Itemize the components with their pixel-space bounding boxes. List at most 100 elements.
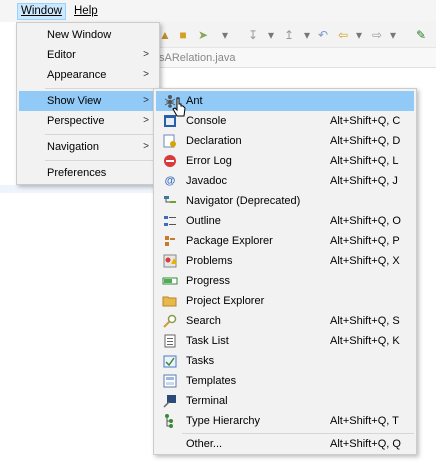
view-item-package-explorer[interactable]: Package Explorer Alt+Shift+Q, P bbox=[156, 231, 414, 251]
view-item-terminal[interactable]: Terminal bbox=[156, 391, 414, 411]
view-item-shortcut: Alt+Shift+Q, L bbox=[330, 155, 399, 167]
view-item-task-list[interactable]: Task List Alt+Shift+Q, K bbox=[156, 331, 414, 351]
navigator-icon bbox=[162, 193, 178, 209]
forward-icon[interactable]: ⇨ bbox=[369, 27, 385, 43]
menu-item-appearance[interactable]: Appearance > bbox=[19, 65, 157, 85]
view-item-problems[interactable]: Problems Alt+Shift+Q, X bbox=[156, 251, 414, 271]
error-log-icon bbox=[162, 153, 178, 169]
tasks-icon bbox=[162, 353, 178, 369]
show-view-submenu: Ant Console Alt+Shift+Q, C Declaration A… bbox=[153, 88, 417, 455]
menu-item-perspective[interactable]: Perspective > bbox=[19, 111, 157, 131]
view-item-javadoc[interactable]: @ Javadoc Alt+Shift+Q, J bbox=[156, 171, 414, 191]
previous-annotation-icon[interactable]: ↥ bbox=[281, 27, 297, 43]
view-item-shortcut: Alt+Shift+Q, Q bbox=[330, 438, 401, 450]
chevron-right-icon: > bbox=[143, 69, 149, 80]
view-item-label: Package Explorer bbox=[186, 235, 273, 247]
problems-icon bbox=[162, 253, 178, 269]
menu-item-label: Editor bbox=[47, 49, 76, 61]
menu-help[interactable]: Help bbox=[70, 3, 102, 20]
open-type-icon[interactable]: ■ bbox=[175, 27, 191, 43]
editor-tab-title[interactable]: sARelation.java bbox=[159, 52, 235, 64]
toolbar-dropdown-icon[interactable]: ▾ bbox=[217, 27, 233, 43]
project-explorer-icon bbox=[162, 293, 178, 309]
view-item-label: Project Explorer bbox=[186, 295, 265, 307]
view-item-label: Task List bbox=[186, 335, 229, 347]
view-item-label: Ant bbox=[186, 95, 203, 107]
menu-item-label: Appearance bbox=[47, 69, 107, 81]
menu-item-label: Show View bbox=[47, 95, 102, 107]
chevron-right-icon: > bbox=[143, 141, 149, 152]
forward-dropdown-icon[interactable]: ▾ bbox=[385, 27, 401, 43]
progress-icon bbox=[162, 273, 178, 289]
view-item-label: Navigator (Deprecated) bbox=[186, 195, 301, 207]
menu-window-label: Window bbox=[21, 5, 62, 17]
view-item-label: Error Log bbox=[186, 155, 232, 167]
last-edit-icon[interactable]: ↶ bbox=[315, 27, 331, 43]
view-item-shortcut: Alt+Shift+Q, O bbox=[330, 215, 401, 227]
menu-item-preferences[interactable]: Preferences bbox=[19, 163, 157, 183]
menu-window[interactable]: Window bbox=[17, 3, 66, 20]
next-annotation-dropdown-icon[interactable]: ▾ bbox=[263, 27, 279, 43]
back-icon[interactable]: ⇦ bbox=[335, 27, 351, 43]
next-annotation-icon[interactable]: ↧ bbox=[245, 27, 261, 43]
window-menu: New Window Editor > Appearance > Show Vi… bbox=[16, 22, 160, 185]
chevron-right-icon: > bbox=[143, 49, 149, 60]
templates-icon bbox=[162, 373, 178, 389]
view-item-navigator[interactable]: Navigator (Deprecated) bbox=[156, 191, 414, 211]
editor-tab-bar: sARelation.java bbox=[155, 48, 436, 68]
menu-bar: Window Help bbox=[0, 0, 436, 22]
prev-annotation-dropdown-icon[interactable]: ▾ bbox=[299, 27, 315, 43]
view-item-label: Search bbox=[186, 315, 221, 327]
view-item-templates[interactable]: Templates bbox=[156, 371, 414, 391]
menu-separator bbox=[45, 134, 157, 135]
view-item-type-hierarchy[interactable]: Type Hierarchy Alt+Shift+Q, T bbox=[156, 411, 414, 431]
view-item-label: Type Hierarchy bbox=[186, 415, 260, 427]
package-explorer-icon bbox=[162, 233, 178, 249]
view-item-declaration[interactable]: Declaration Alt+Shift+Q, D bbox=[156, 131, 414, 151]
view-item-outline[interactable]: Outline Alt+Shift+Q, O bbox=[156, 211, 414, 231]
view-item-label: Javadoc bbox=[186, 175, 227, 187]
view-item-search[interactable]: Search Alt+Shift+Q, S bbox=[156, 311, 414, 331]
view-item-label: Tasks bbox=[186, 355, 215, 367]
chevron-right-icon: > bbox=[143, 95, 149, 106]
view-item-label: Other... bbox=[186, 438, 223, 450]
menu-item-label: Perspective bbox=[47, 115, 105, 127]
view-item-progress[interactable]: Progress bbox=[156, 271, 414, 291]
view-item-label: Problems bbox=[186, 255, 233, 267]
view-item-shortcut: Alt+Shift+Q, J bbox=[330, 175, 398, 187]
menu-separator bbox=[45, 88, 157, 89]
task-list-icon bbox=[162, 333, 178, 349]
view-item-project-explorer[interactable]: Project Explorer bbox=[156, 291, 414, 311]
menu-item-navigation[interactable]: Navigation > bbox=[19, 137, 157, 157]
back-dropdown-icon[interactable]: ▾ bbox=[351, 27, 367, 43]
menu-item-editor[interactable]: Editor > bbox=[19, 45, 157, 65]
javadoc-icon: @ bbox=[164, 175, 176, 187]
search-toolbar-icon[interactable]: ➤ bbox=[195, 27, 211, 43]
pin-editor-icon[interactable]: ✎ bbox=[413, 27, 429, 43]
menu-item-label: New Window bbox=[47, 29, 112, 41]
view-item-console[interactable]: Console Alt+Shift+Q, C bbox=[156, 111, 414, 131]
menu-help-label: Help bbox=[74, 5, 98, 17]
view-item-ant[interactable]: Ant bbox=[156, 91, 414, 111]
view-item-label: Console bbox=[186, 115, 227, 127]
view-item-shortcut: Alt+Shift+Q, S bbox=[330, 315, 400, 327]
declaration-icon bbox=[162, 133, 178, 149]
menu-item-show-view[interactable]: Show View > bbox=[19, 91, 157, 111]
view-item-label: Terminal bbox=[186, 395, 228, 407]
view-item-other[interactable]: Other... Alt+Shift+Q, Q bbox=[156, 434, 414, 454]
view-item-error-log[interactable]: Error Log Alt+Shift+Q, L bbox=[156, 151, 414, 171]
menu-item-new-window[interactable]: New Window bbox=[19, 25, 157, 45]
left-panel-strip bbox=[0, 185, 155, 193]
view-item-shortcut: Alt+Shift+Q, X bbox=[330, 255, 400, 267]
chevron-right-icon: > bbox=[143, 115, 149, 126]
view-item-tasks[interactable]: Tasks bbox=[156, 351, 414, 371]
view-item-label: Declaration bbox=[186, 135, 242, 147]
view-item-shortcut: Alt+Shift+Q, P bbox=[330, 235, 400, 247]
view-item-label: Templates bbox=[186, 375, 237, 387]
view-item-shortcut: Alt+Shift+Q, T bbox=[330, 415, 399, 427]
menu-separator bbox=[45, 160, 157, 161]
type-hierarchy-icon bbox=[162, 413, 178, 429]
view-item-shortcut: Alt+Shift+Q, D bbox=[330, 135, 401, 147]
search-icon bbox=[162, 313, 178, 329]
view-item-shortcut: Alt+Shift+Q, K bbox=[330, 335, 400, 347]
